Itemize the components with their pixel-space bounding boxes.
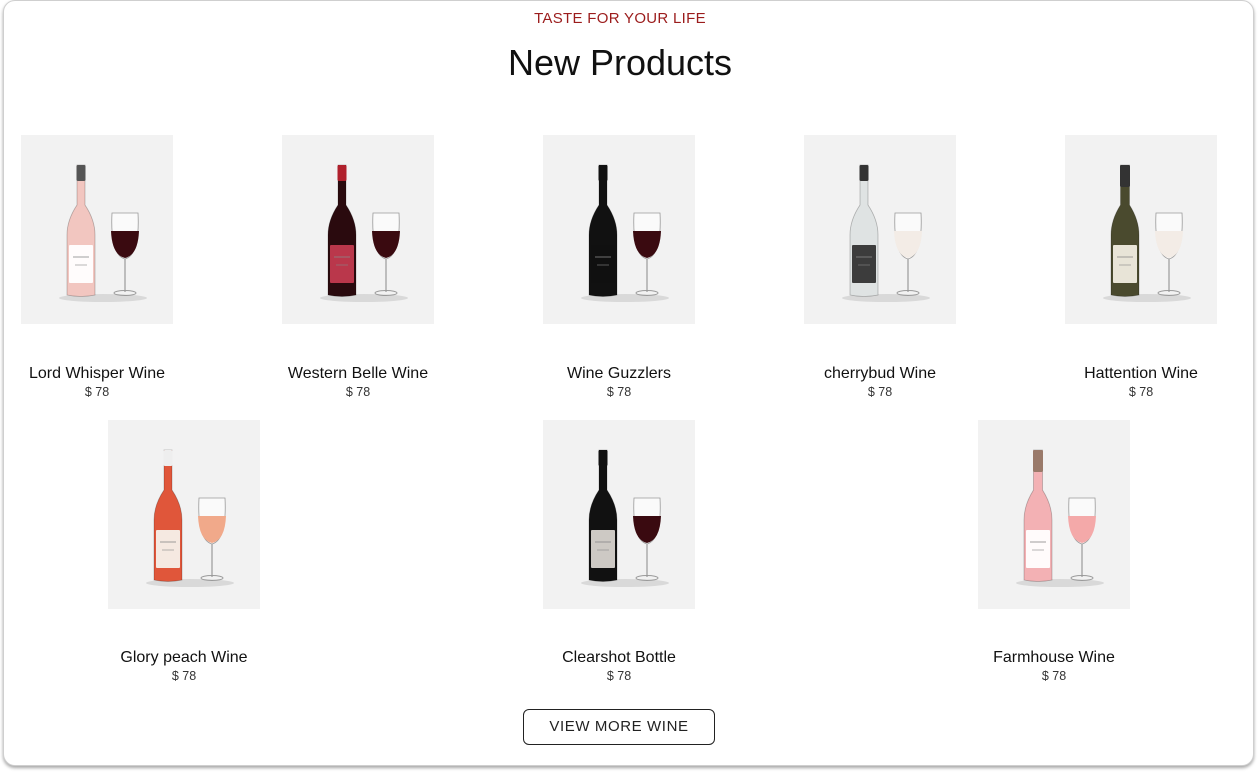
product-name[interactable]: Farmhouse Wine xyxy=(934,649,1174,667)
product-image[interactable] xyxy=(21,135,173,324)
product-image[interactable] xyxy=(1065,135,1217,324)
product-price: $ 78 xyxy=(1128,385,1154,399)
wine-glass xyxy=(633,231,661,258)
product-image[interactable] xyxy=(108,420,260,609)
product-name[interactable]: Clearshot Bottle xyxy=(499,649,739,667)
wine-glass xyxy=(372,231,400,258)
wine-glass xyxy=(633,516,661,543)
product-image[interactable] xyxy=(978,420,1130,609)
wine-glass xyxy=(1068,516,1096,543)
page-title: New Products xyxy=(507,42,733,83)
product-price: $ 78 xyxy=(1041,669,1067,683)
product-image[interactable] xyxy=(543,420,695,609)
product-price: $ 78 xyxy=(867,385,893,399)
wine-glass xyxy=(894,231,922,258)
product-name[interactable]: Western Belle Wine xyxy=(238,365,478,383)
product-price: $ 78 xyxy=(84,385,110,399)
product-name[interactable]: Wine Guzzlers xyxy=(499,365,739,383)
product-price: $ 78 xyxy=(606,385,632,399)
tagline: TASTE FOR YOUR LIFE xyxy=(534,10,706,27)
wine-bottle-illustration xyxy=(1103,164,1191,302)
wine-bottle-illustration xyxy=(581,164,669,302)
wine-bottle-illustration xyxy=(842,164,930,302)
product-image[interactable] xyxy=(804,135,956,324)
wine-bottle-illustration xyxy=(581,449,669,587)
wine-bottle-illustration xyxy=(146,449,234,587)
product-price: $ 78 xyxy=(345,385,371,399)
product-image[interactable] xyxy=(282,135,434,324)
product-name[interactable]: cherrybud Wine xyxy=(760,365,1000,383)
product-name[interactable]: Glory peach Wine xyxy=(64,649,304,667)
wine-bottle-illustration xyxy=(59,164,147,302)
product-price: $ 78 xyxy=(606,669,632,683)
view-more-button[interactable]: VIEW MORE WINE xyxy=(523,709,715,745)
wine-bottle-illustration xyxy=(320,164,408,302)
wine-glass xyxy=(198,516,226,543)
product-name[interactable]: Hattention Wine xyxy=(1021,365,1260,383)
product-name[interactable]: Lord Whisper Wine xyxy=(0,365,217,383)
product-price: $ 78 xyxy=(171,669,197,683)
wine-glass xyxy=(1155,231,1183,258)
wine-glass xyxy=(111,231,139,258)
wine-bottle-illustration xyxy=(1016,449,1104,587)
product-image[interactable] xyxy=(543,135,695,324)
